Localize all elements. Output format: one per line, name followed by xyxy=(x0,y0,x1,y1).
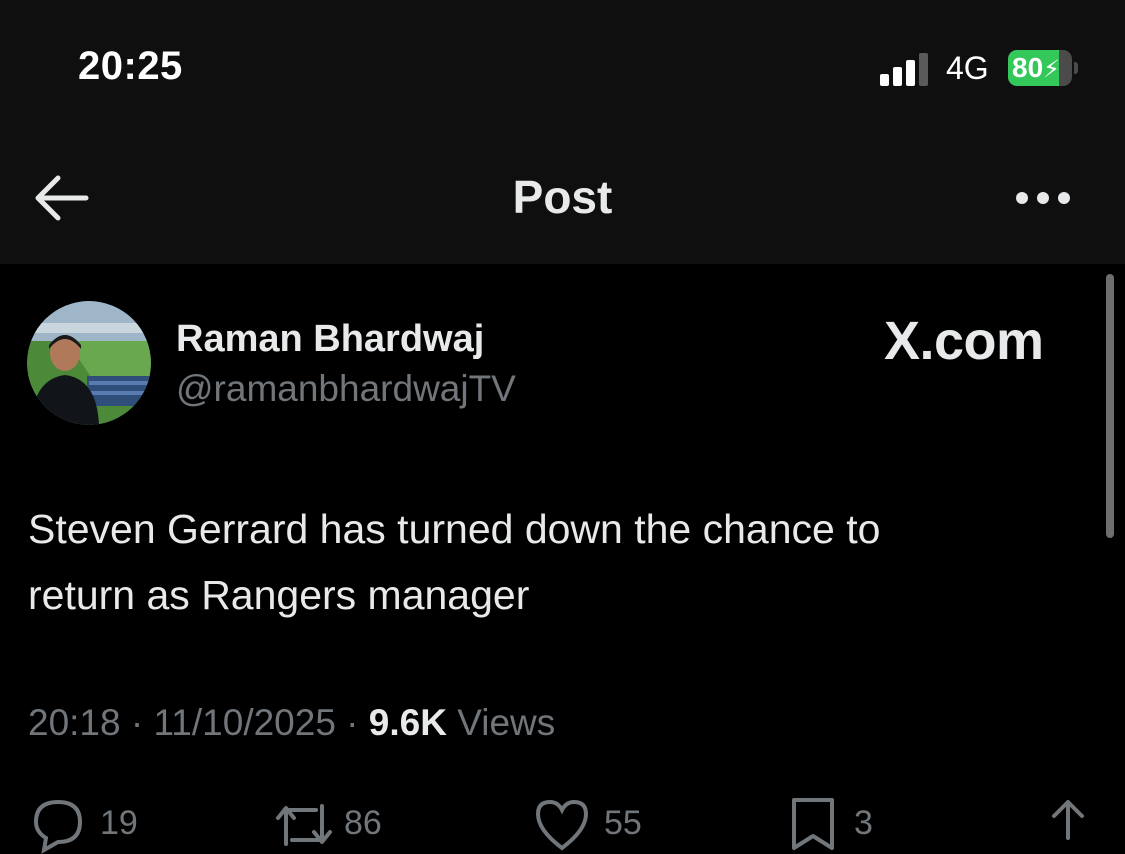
network-type-label: 4G xyxy=(946,50,989,86)
post-timestamp: 20:18 · 11/10/2025 · xyxy=(28,702,369,743)
page-title: Post xyxy=(512,171,613,223)
post-meta: 20:18 · 11/10/2025 · 9.6K Views xyxy=(28,702,555,744)
battery-percent: 80⚡︎ xyxy=(1012,52,1061,83)
post-detail: Raman Bhardwaj @ramanbhardwajTV X.com St… xyxy=(0,264,1125,854)
post-text-line-2: return as Rangers manager xyxy=(28,572,530,618)
repost-button[interactable]: 86 xyxy=(272,794,422,854)
bookmark-button[interactable]: 3 xyxy=(788,794,908,854)
status-time: 20:25 xyxy=(78,44,183,88)
reply-icon xyxy=(33,799,83,854)
charging-bolt-icon: ⚡︎ xyxy=(1043,56,1061,83)
cellular-signal-icon xyxy=(880,53,928,86)
share-icon xyxy=(1052,800,1084,840)
x-com-watermark: X.com xyxy=(884,311,1044,371)
author-handle[interactable]: @ramanbhardwajTV xyxy=(176,368,516,410)
reply-count: 19 xyxy=(100,804,138,842)
post-text: Steven Gerrard has turned down the chanc… xyxy=(28,496,1068,628)
battery-tip xyxy=(1074,62,1078,74)
bookmark-icon xyxy=(792,798,834,850)
share-button[interactable] xyxy=(1040,794,1096,854)
like-button[interactable]: 55 xyxy=(532,794,672,854)
scrollbar[interactable] xyxy=(1106,274,1114,538)
bookmark-count: 3 xyxy=(854,804,873,842)
repost-icon xyxy=(276,804,332,846)
battery-indicator: 80⚡︎ xyxy=(1008,50,1078,88)
views-label: Views xyxy=(446,702,556,743)
repost-count: 86 xyxy=(344,804,382,842)
post-header: Post xyxy=(0,120,1125,264)
author-name[interactable]: Raman Bhardwaj xyxy=(176,318,484,361)
more-options-icon[interactable] xyxy=(1008,176,1078,220)
reply-button[interactable]: 19 xyxy=(28,794,168,854)
status-bar: 20:25 4G 80⚡︎ xyxy=(0,0,1125,120)
author-avatar[interactable] xyxy=(27,301,151,425)
views-count[interactable]: 9.6K xyxy=(369,702,447,743)
post-text-line-1: Steven Gerrard has turned down the chanc… xyxy=(28,506,881,552)
heart-icon xyxy=(535,799,589,851)
like-count: 55 xyxy=(604,804,642,842)
